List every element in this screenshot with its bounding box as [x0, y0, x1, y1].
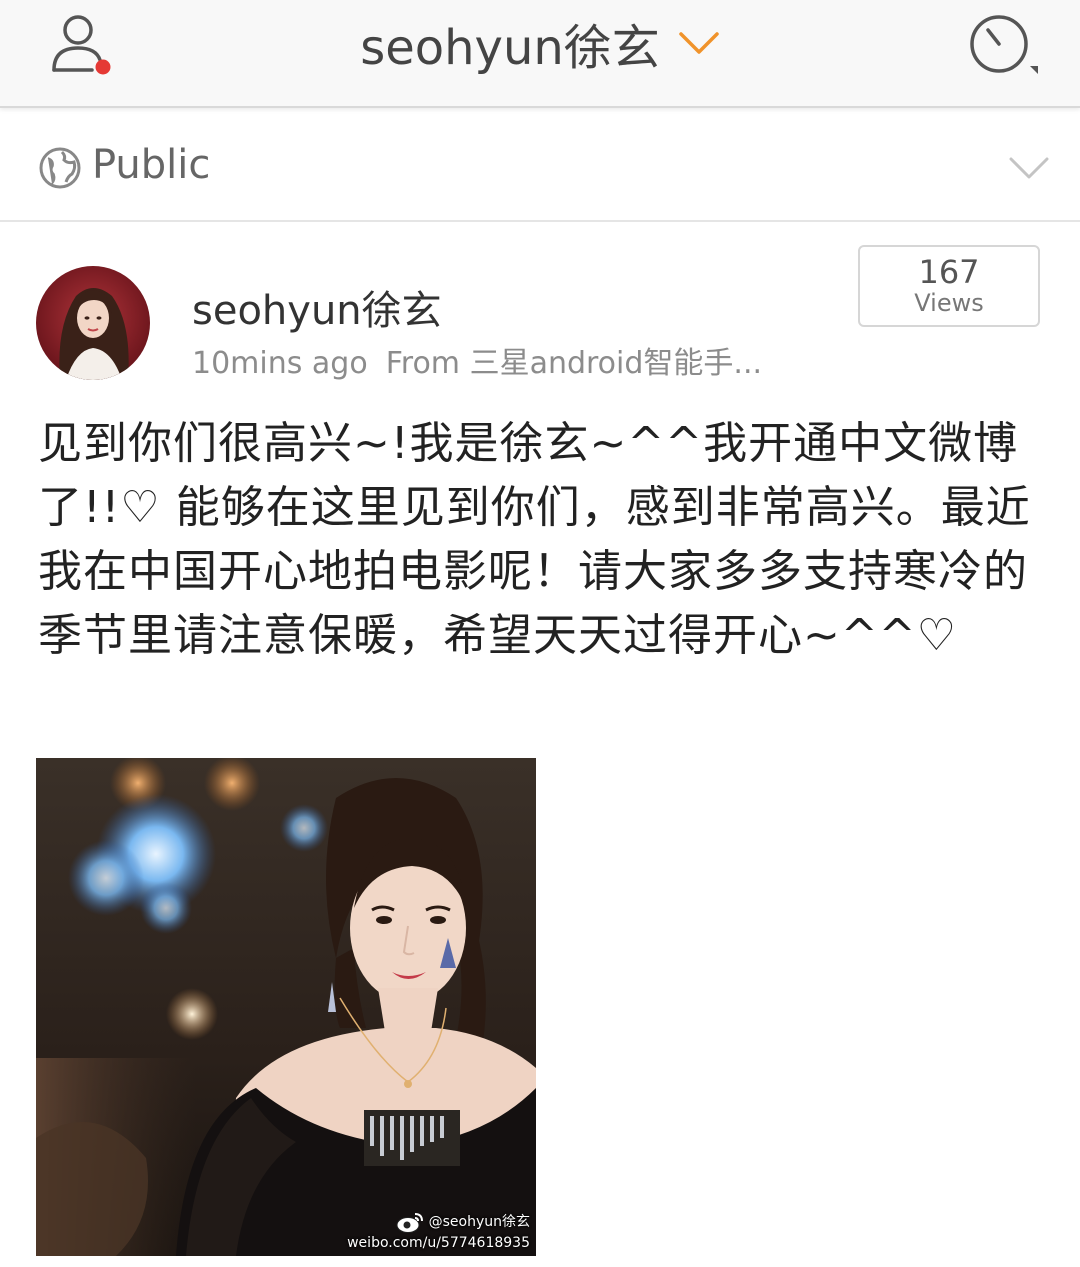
title-switcher[interactable]: seohyun徐玄	[0, 8, 1080, 78]
post-photo	[36, 758, 536, 1256]
post-source: From 三星android智能手...	[385, 346, 763, 381]
watermark-handle: @seohyun徐玄	[428, 1214, 530, 1230]
post-text: 见到你们很高兴~!我是徐玄~^^我开通中文微博了!!♡ 能够在这里见到你们，感到…	[38, 418, 1031, 661]
post-image[interactable]: @seohyun徐玄 weibo.com/u/5774618935	[36, 758, 536, 1256]
visibility-selector[interactable]: Public	[0, 118, 1080, 222]
globe-icon	[38, 146, 82, 190]
post-time: 10mins ago	[192, 346, 368, 381]
views-count: 167	[918, 253, 980, 291]
page-title: seohyun徐玄	[360, 20, 660, 76]
visibility-label: Public	[92, 142, 211, 188]
views-counter: 167 Views	[858, 245, 1040, 327]
post-meta: 10mins ago From 三星android智能手...	[192, 338, 762, 382]
weibo-logo-icon	[395, 1210, 425, 1234]
chevron-down-icon	[678, 28, 720, 58]
history-button[interactable]	[962, 8, 1042, 82]
views-label: Views	[914, 289, 984, 317]
watermark-url: weibo.com/u/5774618935	[347, 1235, 530, 1251]
author-name[interactable]: seohyun徐玄	[192, 278, 442, 336]
image-watermark: @seohyun徐玄 weibo.com/u/5774618935	[347, 1210, 530, 1252]
chevron-down-icon[interactable]	[1008, 154, 1050, 182]
author-avatar[interactable]	[36, 266, 150, 380]
top-navigation-bar: seohyun徐玄	[0, 0, 1080, 108]
clock-icon	[970, 15, 1038, 74]
